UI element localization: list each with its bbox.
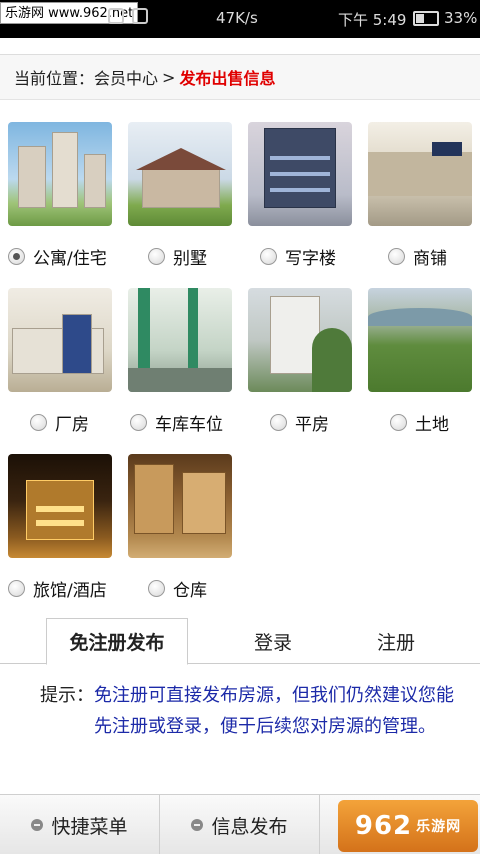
menu-icon xyxy=(31,819,44,831)
property-option-villa[interactable]: 别墅 xyxy=(128,122,234,269)
network-speed: 47K/s xyxy=(216,9,258,27)
breadcrumb-parent[interactable]: 会员中心 xyxy=(94,65,158,89)
property-radio-row[interactable]: 公寓/住宅 xyxy=(8,244,107,269)
property-label: 厂房 xyxy=(55,415,89,435)
property-label: 写字楼 xyxy=(285,249,336,269)
property-option-shop[interactable]: 商铺 xyxy=(368,122,474,269)
property-label: 车库车位 xyxy=(155,415,223,435)
home-icon xyxy=(108,8,124,24)
radio-button[interactable] xyxy=(260,248,277,265)
factory-image[interactable] xyxy=(8,288,112,392)
breadcrumb-separator: > xyxy=(162,67,176,87)
tip-label: 提示： xyxy=(40,685,94,706)
property-label: 仓库 xyxy=(173,581,207,601)
property-label: 旅馆/酒店 xyxy=(33,581,107,601)
tab-publish-without-register[interactable]: 免注册发布 xyxy=(46,618,188,665)
radio-button[interactable] xyxy=(390,414,407,431)
office-image[interactable] xyxy=(248,122,352,226)
radio-button[interactable] xyxy=(8,248,25,265)
shop-image[interactable] xyxy=(368,122,472,226)
property-label: 别墅 xyxy=(173,249,207,269)
tip-message: 提示： 免注册可直接发布房源，但我们仍然建议您能先注册或登录，便于后续您对房源的… xyxy=(40,680,470,742)
clock: 下午 5:49 xyxy=(338,11,407,29)
villa-image[interactable] xyxy=(128,122,232,226)
property-radio-row[interactable]: 写字楼 xyxy=(260,244,336,269)
property-option-land[interactable]: 土地 xyxy=(368,288,474,435)
radio-button[interactable] xyxy=(30,414,47,431)
property-radio-row[interactable]: 车库车位 xyxy=(130,410,223,435)
property-option-office[interactable]: 写字楼 xyxy=(248,122,354,269)
property-label: 平房 xyxy=(295,415,329,435)
tab-register[interactable]: 注册 xyxy=(336,618,456,664)
property-option-hotel[interactable]: 旅馆/酒店 xyxy=(8,454,114,601)
bungalow-image[interactable] xyxy=(248,288,352,392)
radio-button[interactable] xyxy=(148,580,165,597)
property-label: 土地 xyxy=(415,415,449,435)
property-radio-row[interactable]: 厂房 xyxy=(30,410,89,435)
property-radio-row[interactable]: 商铺 xyxy=(388,244,447,269)
property-radio-row[interactable]: 别墅 xyxy=(148,244,207,269)
warehouse-image[interactable] xyxy=(128,454,232,558)
breadcrumb-current: 发布出售信息 xyxy=(179,69,276,88)
radio-button[interactable] xyxy=(388,248,405,265)
property-option-warehouse[interactable]: 仓库 xyxy=(128,454,234,601)
radio-button[interactable] xyxy=(148,248,165,265)
radio-button[interactable] xyxy=(130,414,147,431)
property-option-apartment[interactable]: 公寓/住宅 xyxy=(8,122,114,269)
volume-icon xyxy=(132,8,148,24)
logo-number: 962 xyxy=(354,811,413,841)
breadcrumb: 当前位置： 会员中心 > 发布出售信息 xyxy=(0,54,480,100)
apartment-image[interactable] xyxy=(8,122,112,226)
radio-button[interactable] xyxy=(8,580,25,597)
property-option-factory[interactable]: 厂房 xyxy=(8,288,114,435)
tab-login[interactable]: 登录 xyxy=(210,618,336,664)
site-logo-watermark: 962 乐游网 xyxy=(338,800,478,852)
battery-percent: 33% xyxy=(444,9,478,27)
property-label: 公寓/住宅 xyxy=(33,249,107,269)
hotel-image[interactable] xyxy=(8,454,112,558)
garage-image[interactable] xyxy=(128,288,232,392)
property-label: 商铺 xyxy=(413,249,447,269)
battery-icon xyxy=(413,11,439,26)
property-radio-row[interactable]: 旅馆/酒店 xyxy=(8,576,107,601)
radio-button[interactable] xyxy=(270,414,287,431)
shortcut-menu-button[interactable]: 快捷菜单 xyxy=(0,795,160,854)
property-radio-row[interactable]: 仓库 xyxy=(148,576,207,601)
status-icons xyxy=(108,8,148,24)
shortcut-menu-label: 快捷菜单 xyxy=(51,815,128,838)
breadcrumb-label: 当前位置： xyxy=(14,69,95,88)
property-option-bungalow[interactable]: 平房 xyxy=(248,288,354,435)
publish-tabs: 免注册发布 登录 注册 xyxy=(0,618,480,665)
property-option-garage[interactable]: 车库车位 xyxy=(128,288,234,435)
info-publish-label: 信息发布 xyxy=(211,815,288,838)
property-radio-row[interactable]: 平房 xyxy=(270,410,329,435)
logo-sub: 乐游网 xyxy=(416,819,462,835)
land-image[interactable] xyxy=(368,288,472,392)
publish-icon xyxy=(191,819,204,831)
status-bar: 乐游网 www.962.net 47K/s 下午 5:49 33% xyxy=(0,0,480,38)
info-publish-button[interactable]: 信息发布 xyxy=(160,795,320,854)
property-radio-row[interactable]: 土地 xyxy=(390,410,449,435)
tip-text: 免注册可直接发布房源，但我们仍然建议您能先注册或登录，便于后续您对房源的管理。 xyxy=(94,685,454,737)
